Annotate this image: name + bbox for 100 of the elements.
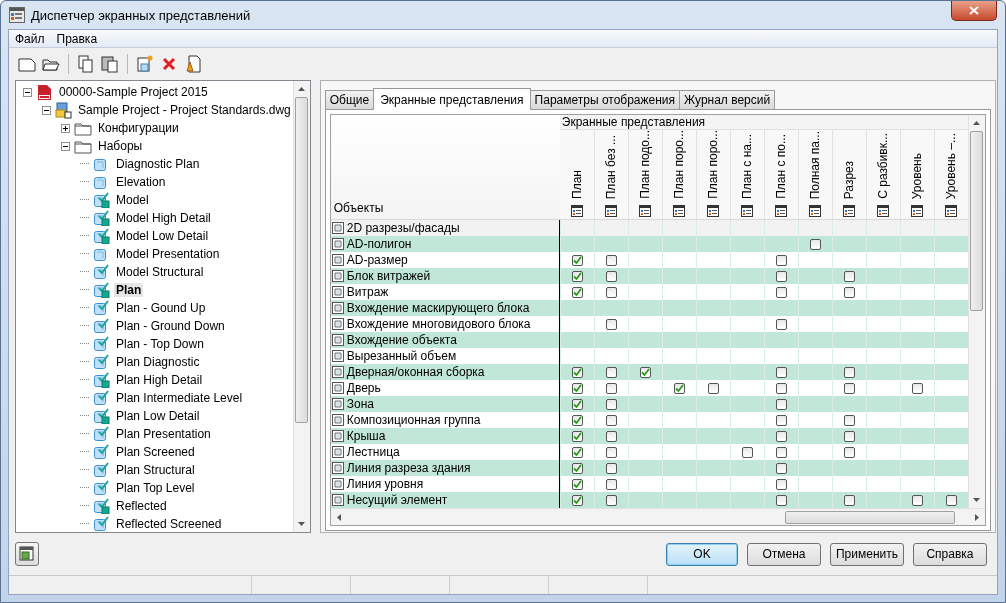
tree-item[interactable]: Конфигурации: [96, 121, 181, 135]
tab[interactable]: Журнал версий: [679, 90, 776, 109]
column-header[interactable]: План: [569, 169, 584, 199]
checkbox[interactable]: [945, 494, 957, 506]
checkbox[interactable]: [673, 382, 685, 394]
checkbox[interactable]: [809, 238, 821, 250]
checkbox[interactable]: [571, 478, 583, 490]
tree-item[interactable]: Plan Presentation: [114, 427, 213, 441]
scroll-down-icon[interactable]: [298, 522, 306, 526]
tab[interactable]: Параметры отображения: [529, 90, 681, 109]
dialog-button[interactable]: Применить: [830, 542, 904, 566]
tree-item[interactable]: Plan - Top Down: [114, 337, 206, 351]
checkbox[interactable]: [843, 446, 855, 458]
tree-item[interactable]: Plan High Detail: [114, 373, 205, 387]
checkbox[interactable]: [843, 414, 855, 426]
cone-document-icon[interactable]: [183, 54, 203, 74]
checkbox[interactable]: [605, 318, 617, 330]
checkbox[interactable]: [605, 398, 617, 410]
checkbox[interactable]: [775, 478, 787, 490]
tree-item[interactable]: Plan Low Detail: [114, 409, 202, 423]
checkbox[interactable]: [571, 414, 583, 426]
checkbox[interactable]: [911, 494, 923, 506]
checkbox[interactable]: [605, 270, 617, 282]
checkbox[interactable]: [775, 270, 787, 282]
dialog-button[interactable]: Отмена: [747, 542, 821, 566]
checkbox[interactable]: [775, 366, 787, 378]
checkbox[interactable]: [605, 254, 617, 266]
tree-item[interactable]: Plan - Ground Down: [114, 319, 227, 333]
tree-item[interactable]: Model High Detail: [114, 211, 213, 225]
tree-item[interactable]: Plan - Gound Up: [114, 301, 208, 315]
tree-item[interactable]: Model Low Detail: [114, 229, 211, 243]
checkbox[interactable]: [775, 318, 787, 330]
tree-item[interactable]: Plan Structural: [114, 463, 197, 477]
checkbox[interactable]: [775, 430, 787, 442]
checkbox[interactable]: [775, 446, 787, 458]
tree-item[interactable]: Plan: [114, 283, 144, 297]
checkbox[interactable]: [707, 382, 719, 394]
new-document-icon[interactable]: [135, 54, 155, 74]
scrollbar[interactable]: [292, 81, 310, 532]
tree-item[interactable]: Sample Project - Project Standards.dwg: [76, 103, 293, 117]
ok-button[interactable]: OK: [666, 542, 738, 566]
checkbox[interactable]: [639, 366, 651, 378]
tree-item[interactable]: Reflected Screened: [114, 517, 224, 531]
checkbox[interactable]: [605, 286, 617, 298]
tree-item[interactable]: Наборы: [96, 139, 145, 153]
column-header[interactable]: Разрез: [842, 160, 857, 199]
checkbox[interactable]: [843, 286, 855, 298]
checkbox[interactable]: [571, 270, 583, 282]
paste-icon[interactable]: [100, 54, 120, 74]
tree-item[interactable]: Reflected: [114, 499, 169, 513]
collapse-toggle[interactable]: [61, 141, 70, 151]
scroll-up-icon[interactable]: [298, 87, 306, 91]
tree-item[interactable]: Model: [114, 193, 151, 207]
copy-icon[interactable]: [76, 54, 96, 74]
checkbox[interactable]: [843, 494, 855, 506]
checkbox[interactable]: [775, 462, 787, 474]
scroll-right-icon[interactable]: [974, 513, 979, 521]
menu-item[interactable]: Правка: [50, 31, 104, 46]
tree-item[interactable]: Plan Intermediate Level: [114, 391, 245, 405]
tree-item[interactable]: Model Presentation: [114, 247, 222, 261]
checkbox[interactable]: [571, 254, 583, 266]
tree-item[interactable]: Plan Diagnostic: [114, 355, 202, 369]
close-button[interactable]: [951, 1, 997, 21]
checkbox[interactable]: [571, 446, 583, 458]
checkbox[interactable]: [843, 366, 855, 378]
scroll-up-icon[interactable]: [973, 121, 981, 125]
checkbox[interactable]: [605, 430, 617, 442]
checkbox[interactable]: [571, 366, 583, 378]
collapse-toggle[interactable]: [23, 87, 32, 97]
checkbox[interactable]: [775, 398, 787, 410]
tab[interactable]: Общие: [324, 90, 375, 109]
checkbox[interactable]: [843, 270, 855, 282]
checkbox[interactable]: [605, 382, 617, 394]
checkbox[interactable]: [775, 382, 787, 394]
checkbox[interactable]: [741, 446, 753, 458]
tree-item[interactable]: Model Structural: [114, 265, 206, 279]
dialog-button[interactable]: Справка: [913, 542, 987, 566]
checkbox[interactable]: [605, 494, 617, 506]
menu-item[interactable]: Файл: [9, 31, 51, 46]
checkbox[interactable]: [571, 286, 583, 298]
scroll-down-icon[interactable]: [973, 498, 981, 502]
checkbox[interactable]: [775, 414, 787, 426]
tree-item[interactable]: Plan Top Level: [114, 481, 197, 495]
checkbox[interactable]: [605, 414, 617, 426]
checkbox[interactable]: [605, 462, 617, 474]
checkbox[interactable]: [571, 462, 583, 474]
scroll-left-icon[interactable]: [336, 513, 341, 521]
checkbox[interactable]: [605, 366, 617, 378]
tree-item[interactable]: Diagnostic Plan: [114, 157, 202, 171]
checkbox[interactable]: [775, 254, 787, 266]
tree-item[interactable]: Elevation: [114, 175, 168, 189]
checkbox[interactable]: [571, 494, 583, 506]
view-button[interactable]: [15, 542, 39, 566]
checkbox[interactable]: [911, 382, 923, 394]
checkbox[interactable]: [843, 430, 855, 442]
tab[interactable]: Экранные представления: [373, 88, 531, 110]
checkbox[interactable]: [571, 398, 583, 410]
checkbox[interactable]: [571, 430, 583, 442]
checkbox[interactable]: [605, 478, 617, 490]
checkbox[interactable]: [775, 494, 787, 506]
